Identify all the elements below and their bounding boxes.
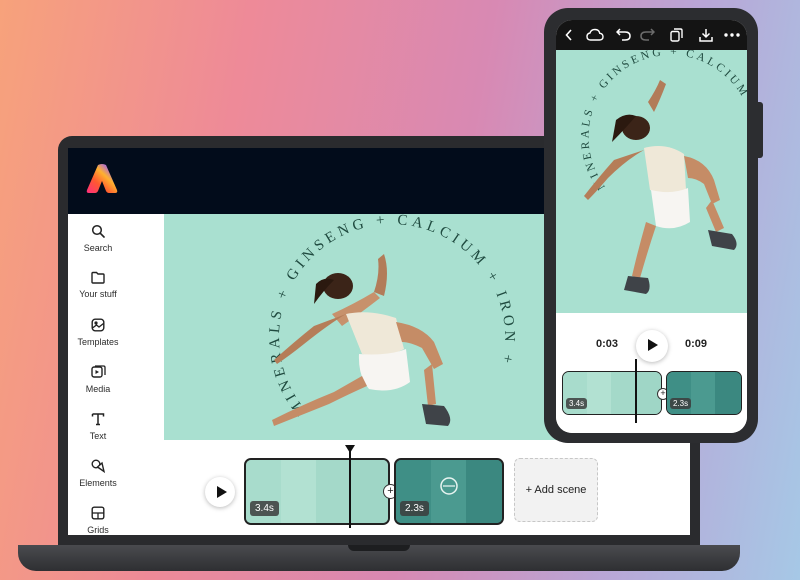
duration-badge: 2.3s bbox=[670, 398, 692, 409]
undo-icon[interactable] bbox=[616, 28, 631, 41]
clip-frame bbox=[715, 372, 741, 414]
total-time: 0:09 bbox=[685, 338, 708, 350]
logo-circle-icon bbox=[440, 477, 458, 495]
back-icon[interactable] bbox=[565, 29, 573, 41]
search-icon bbox=[91, 224, 105, 238]
sidebar-item-label: Search bbox=[83, 243, 113, 253]
timeline: 3.4s + 2.3s + Add scene bbox=[164, 440, 690, 535]
download-icon[interactable] bbox=[699, 28, 713, 42]
media-icon bbox=[90, 365, 106, 378]
phone-dancer-figure bbox=[584, 80, 737, 294]
phone-play-button[interactable] bbox=[636, 330, 668, 362]
playhead[interactable] bbox=[349, 450, 351, 528]
sidebar-item-label: Templates bbox=[77, 337, 119, 347]
phone-playback-controls: 0:03 0:09 3.4s + 2.3s bbox=[556, 313, 747, 433]
clip-frame bbox=[466, 460, 502, 523]
sidebar-item-label: Your stuff bbox=[79, 289, 117, 299]
duration-badge: 3.4s bbox=[250, 501, 279, 516]
layers-icon[interactable] bbox=[670, 28, 683, 42]
laptop-base bbox=[18, 545, 740, 571]
cloud-icon[interactable] bbox=[586, 28, 604, 42]
phone-side-button bbox=[757, 102, 763, 158]
scene-clip-2[interactable]: 2.3s bbox=[394, 458, 504, 525]
sidebar-item-search[interactable]: Search bbox=[68, 224, 128, 253]
phone-design-canvas[interactable]: MINERALS + GINSENG + CALCIUM + IRON + bbox=[556, 50, 747, 313]
clip-frame bbox=[587, 372, 612, 414]
adobe-express-logo[interactable] bbox=[85, 162, 119, 196]
sidebar-item-grids[interactable]: Grids bbox=[68, 506, 128, 535]
phone-toolbar bbox=[556, 20, 747, 50]
sidebar-item-label: Elements bbox=[79, 478, 117, 488]
more-options-icon[interactable] bbox=[724, 33, 740, 37]
sidebar-item-elements[interactable]: Elements bbox=[68, 459, 128, 488]
sidebar: Search Your stuff Templates Media Text E… bbox=[68, 214, 164, 535]
sidebar-item-your-stuff[interactable]: Your stuff bbox=[68, 271, 128, 299]
sidebar-item-label: Grids bbox=[87, 525, 109, 535]
duration-badge: 3.4s bbox=[566, 398, 588, 409]
clip-frame bbox=[316, 460, 352, 523]
sidebar-item-label: Media bbox=[85, 384, 111, 394]
clip-frame bbox=[691, 372, 716, 414]
phone-scene-clip-1[interactable]: 3.4s bbox=[562, 371, 662, 415]
folder-icon bbox=[91, 271, 105, 284]
phone-scene-clip-2[interactable]: 2.3s bbox=[666, 371, 742, 415]
grids-icon bbox=[91, 506, 105, 520]
elements-icon bbox=[91, 459, 105, 473]
phone-canvas-artwork: MINERALS + GINSENG + CALCIUM + IRON + bbox=[579, 50, 747, 294]
phone-screen: MINERALS + GINSENG + CALCIUM + IRON + 0:… bbox=[556, 20, 747, 433]
sidebar-item-templates[interactable]: Templates bbox=[68, 318, 128, 347]
add-scene-button[interactable]: + Add scene bbox=[514, 458, 598, 522]
scene-clip-1[interactable]: 3.4s bbox=[244, 458, 390, 525]
play-button[interactable] bbox=[205, 477, 235, 507]
clip-frame bbox=[281, 460, 317, 523]
redo-icon[interactable] bbox=[640, 28, 655, 41]
sidebar-item-label: Text bbox=[89, 431, 107, 441]
templates-icon bbox=[91, 318, 105, 332]
current-time: 0:03 bbox=[596, 338, 619, 350]
clip-frame bbox=[611, 372, 636, 414]
duration-badge: 2.3s bbox=[400, 501, 429, 516]
text-icon bbox=[91, 413, 105, 426]
sidebar-item-media[interactable]: Media bbox=[68, 365, 128, 394]
sidebar-item-text[interactable]: Text bbox=[68, 412, 128, 441]
laptop-notch bbox=[348, 545, 410, 551]
phone-playhead[interactable] bbox=[635, 359, 637, 423]
